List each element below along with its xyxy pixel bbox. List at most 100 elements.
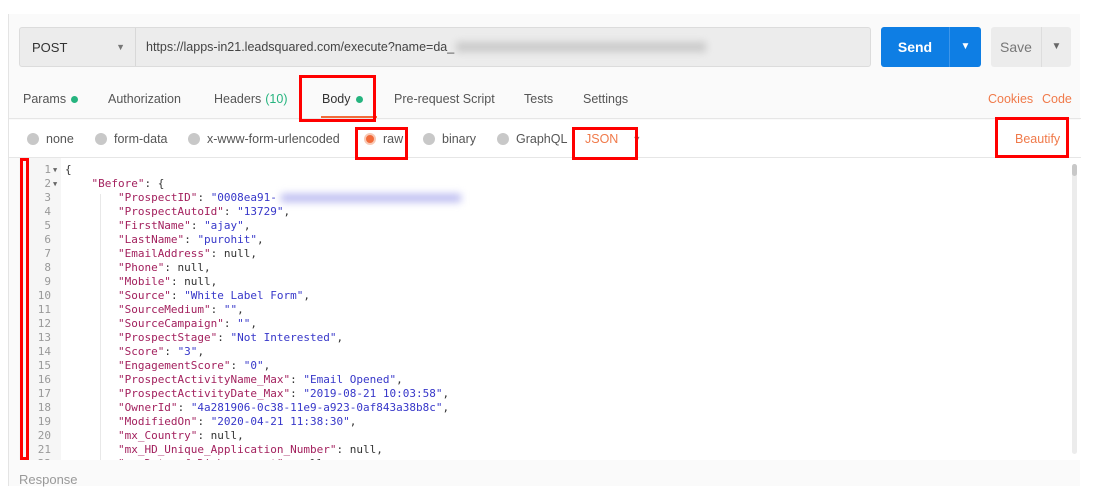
option-label: x-www-form-urlencoded xyxy=(207,132,340,146)
code-text: "ProspectID": "0008ea91- xyxy=(65,191,461,205)
postman-request-panel: POST ▼ https://lapps-in21.leadsquared.com… xyxy=(8,14,1081,487)
method-label: POST xyxy=(32,39,68,55)
radio-x-www-form-urlencoded[interactable]: x-www-form-urlencoded xyxy=(188,132,340,146)
radio-icon xyxy=(188,133,200,145)
tab-settings[interactable]: Settings xyxy=(583,92,628,106)
radio-icon xyxy=(423,133,435,145)
tab-label: Pre-request Script xyxy=(394,92,495,106)
code-token: "Score" xyxy=(117,345,165,358)
url-text: https://lapps-in21.leadsquared.com/execu… xyxy=(146,40,455,54)
code-token: : null, xyxy=(284,457,330,460)
chevron-down-icon: ▼ xyxy=(116,42,125,52)
option-label: GraphQL xyxy=(516,132,568,146)
code-text: "Phone": null, xyxy=(65,261,211,275)
code-token: "Before" xyxy=(91,177,145,190)
request-bar: POST ▼ https://lapps-in21.leadsquared.com… xyxy=(19,27,871,67)
tab-label: Headers xyxy=(214,92,262,106)
status-dot-icon xyxy=(71,95,79,103)
method-select[interactable]: POST ▼ xyxy=(20,28,136,66)
scrollbar-thumb[interactable] xyxy=(1072,164,1077,176)
highlight-box-beautify xyxy=(995,117,1069,158)
code-text: "Mobile": null, xyxy=(65,275,217,289)
radio-binary[interactable]: binary xyxy=(423,132,476,146)
code-token: { xyxy=(65,163,72,176)
code-text: "SourceCampaign": "", xyxy=(65,317,257,331)
code-text: "mx_Date_of_Disbursement": null, xyxy=(65,457,330,460)
code-token: "ProspectStage" xyxy=(117,331,218,344)
save-label: Save xyxy=(1000,39,1032,55)
tab-headers[interactable]: Headers (10) xyxy=(214,92,287,106)
tab-authorization[interactable]: Authorization xyxy=(108,92,181,106)
radio-icon xyxy=(497,133,509,145)
code-token: "mx_Country" xyxy=(117,429,198,442)
tab-label: Authorization xyxy=(108,92,181,106)
code-token: : xyxy=(177,401,191,414)
chevron-down-icon[interactable]: ▼ xyxy=(949,27,981,67)
code-text: "EmailAddress": null, xyxy=(65,247,257,261)
code-token: "EngagementScore" xyxy=(117,359,231,372)
highlight-box-editor xyxy=(20,158,29,460)
code-text: "SourceMedium": "", xyxy=(65,303,244,317)
code-token: "OwnerId" xyxy=(117,401,178,414)
code-token: , xyxy=(442,387,450,400)
code-token: "Mobile" xyxy=(117,275,171,288)
code-token: : { xyxy=(144,177,165,190)
code-token: : xyxy=(290,373,304,386)
radio-graphql[interactable]: GraphQL xyxy=(497,132,567,146)
code-token: "FirstName" xyxy=(117,219,191,232)
code-token: : xyxy=(223,205,238,218)
url-input[interactable]: https://lapps-in21.leadsquared.com/execu… xyxy=(136,40,707,54)
option-label: form-data xyxy=(114,132,168,146)
code-token: "" xyxy=(237,317,251,330)
code-text: "ProspectAutoId": "13729", xyxy=(65,205,290,219)
code-text: "LastName": "purohit", xyxy=(65,233,264,247)
code-token: , xyxy=(349,415,357,428)
radio-none[interactable]: none xyxy=(27,132,74,146)
fold-toggle-icon[interactable]: ▼ xyxy=(53,177,57,191)
code-text: "Before": { xyxy=(65,177,164,191)
tab-params[interactable]: Params xyxy=(23,92,79,106)
code-token: , xyxy=(243,219,251,232)
code-text: { xyxy=(65,163,72,177)
code-text: "mx_HD_Unique_Application_Number": null, xyxy=(65,443,383,457)
fold-toggle-icon[interactable]: ▼ xyxy=(53,163,57,177)
option-label: none xyxy=(46,132,74,146)
code-token: "Source" xyxy=(117,289,171,302)
code-editor[interactable]: 1 ▼{2 ▼ "Before": {3 "ProspectID": "0008ea91… xyxy=(19,158,1081,460)
code-token: "mx_Date_of_Disbursement" xyxy=(118,457,284,460)
tab-pre-request-script[interactable]: Pre-request Script xyxy=(394,92,495,106)
response-label: Response xyxy=(19,472,78,487)
code-token: : xyxy=(223,317,238,330)
highlight-box-json xyxy=(572,127,638,160)
body-type-options: none form-data x-www-form-urlencoded raw… xyxy=(9,120,1081,158)
code-text: "mx_Country": null, xyxy=(65,429,244,443)
code-token: "purohit" xyxy=(197,233,258,246)
highlight-box-raw xyxy=(355,127,408,160)
code-token: : xyxy=(197,191,211,204)
code-token: : xyxy=(170,289,185,302)
chevron-down-icon[interactable]: ▼ xyxy=(1041,27,1071,67)
code-token: : null, xyxy=(210,247,258,260)
radio-icon xyxy=(95,133,107,145)
code-text: "ProspectActivityName_Max": "Email Opene… xyxy=(65,373,403,387)
code-text: "ProspectStage": "Not Interested", xyxy=(65,331,343,345)
tab-tests[interactable]: Tests xyxy=(524,92,553,106)
code-token: , xyxy=(197,345,205,358)
send-label: Send xyxy=(897,39,933,55)
scrollbar[interactable] xyxy=(1072,164,1077,454)
save-button[interactable]: Save ▼ xyxy=(991,27,1071,67)
tab-label: Tests xyxy=(524,92,554,106)
code-token: "SourceCampaign" xyxy=(117,317,224,330)
send-button[interactable]: Send ▼ xyxy=(881,27,981,67)
code-token: : null, xyxy=(197,429,244,442)
code-token: "SourceMedium" xyxy=(117,303,211,316)
code-token: : xyxy=(164,345,178,358)
blurred-value xyxy=(280,194,461,202)
radio-form-data[interactable]: form-data xyxy=(95,132,168,146)
code-token: , xyxy=(442,401,450,414)
cookies-link[interactable]: Cookies xyxy=(988,92,1033,106)
code-token: : xyxy=(190,219,205,232)
code-token: : xyxy=(217,331,231,344)
code-link[interactable]: Code xyxy=(1042,92,1072,106)
code-token: "3" xyxy=(177,345,198,358)
